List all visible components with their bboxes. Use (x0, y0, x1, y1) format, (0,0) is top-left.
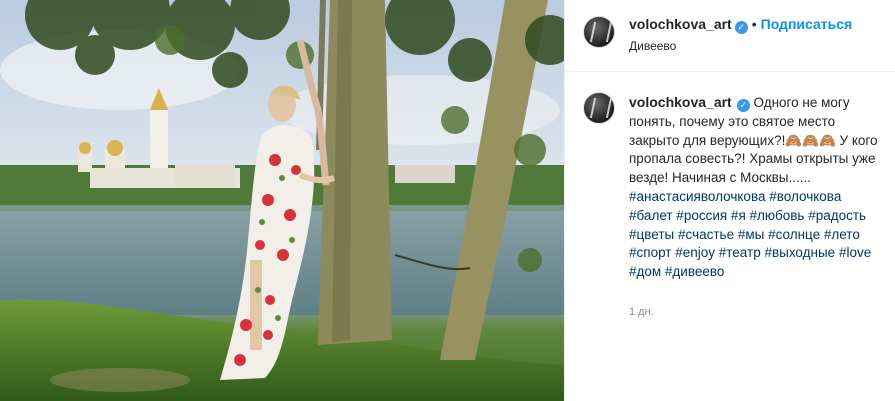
post-caption: volochkova_art ✓ Одного не могу понять, п… (629, 93, 881, 282)
post-timestamp[interactable]: 1 дн. (629, 306, 654, 318)
caption-hashtags[interactable]: #анастасияволочкова #волочкова #балет #р… (629, 189, 871, 279)
location-link[interactable]: Дивеево (629, 39, 676, 53)
verified-badge-icon: ✓ (734, 21, 748, 34)
header-user-line: volochkova_art ✓ • Подписаться (629, 16, 852, 34)
follow-button[interactable]: Подписаться (761, 16, 853, 32)
caption-username-link[interactable]: volochkova_art (629, 94, 732, 110)
photo-scene (0, 0, 564, 401)
post-photo[interactable] (0, 0, 564, 401)
avatar[interactable] (583, 16, 615, 48)
post-side-panel: volochkova_art ✓ • Подписаться Дивеево volo… (564, 0, 895, 401)
caption-avatar[interactable] (583, 92, 615, 124)
post-header: volochkova_art ✓ • Подписаться Дивеево (565, 0, 895, 72)
username-link[interactable]: volochkova_art (629, 16, 732, 32)
separator-dot: • (751, 16, 757, 32)
verified-badge-icon: ✓ (736, 99, 750, 112)
